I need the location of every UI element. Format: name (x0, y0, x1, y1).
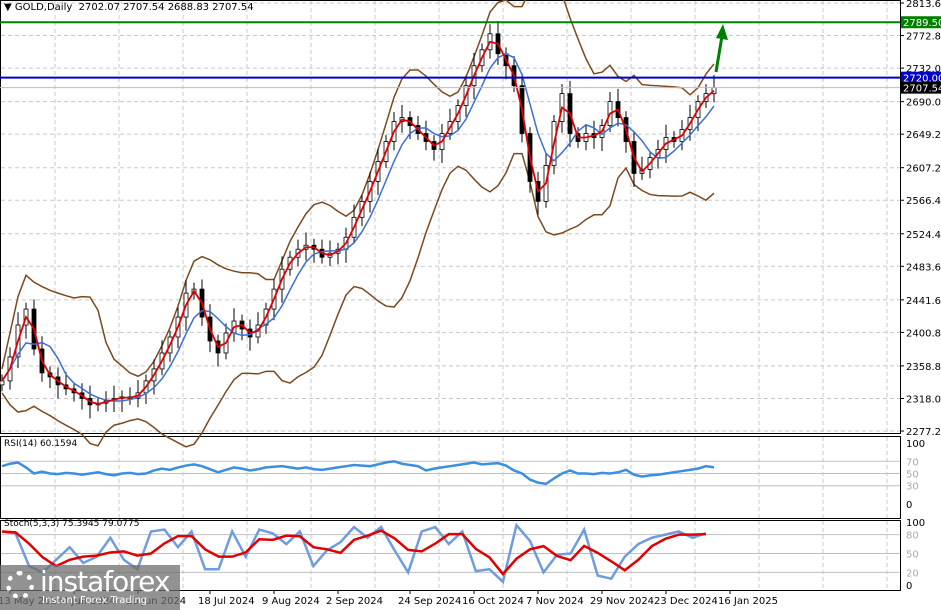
price-tick-label: 2566.40 (906, 196, 941, 207)
rsi-panel-frame (0, 436, 901, 519)
logo-brand: instaforex (40, 565, 170, 598)
up-arrow-head-icon (716, 24, 728, 40)
price-tick-label: 2400.80 (906, 328, 941, 339)
main-panel-frame (0, 0, 901, 434)
rsi-label: RSI(14) 60.1594 (4, 439, 78, 449)
stoch-label: Stoch(5,3,3) 75.3945 79.0775 (4, 519, 140, 529)
chart-window: 2813.602772.802732.002690.002649.202607.… (0, 0, 941, 610)
rsi-level-label: 0 (906, 500, 912, 511)
date-label: 29 Nov 2024 (590, 596, 654, 607)
price-tick-label: 2813.60 (906, 0, 941, 10)
price-tick-label: 2607.20 (906, 164, 941, 175)
stoch-level-label: 100 (906, 518, 925, 529)
date-label: 23 Dec 2024 (654, 596, 718, 607)
bollinger-upper-line (1, 0, 715, 378)
logo-tagline: Instant Forex Trading (42, 595, 148, 606)
rsi-level-label: 30 (906, 482, 919, 493)
dropdown-triangle-icon[interactable]: ▼ (4, 2, 12, 13)
chart-canvas[interactable]: 2813.602772.802732.002690.002649.202607.… (0, 0, 941, 610)
rsi-level-label: 50 (906, 470, 919, 481)
rsi-line (1, 460, 715, 486)
price-label-2707.54: 2707.54 (903, 84, 941, 95)
date-label: 2 Sep 2024 (326, 596, 383, 607)
stoch-level-label: 50 (906, 550, 919, 561)
price-tick-label: 2690.00 (906, 98, 941, 109)
price-tick-label: 2649.20 (906, 130, 941, 141)
date-label: 7 Nov 2024 (526, 596, 584, 607)
date-label: 24 Sep 2024 (398, 596, 461, 607)
price-tick-label: 2772.80 (906, 32, 941, 43)
stoch-level-label: 80 (906, 531, 919, 542)
ohlc-readout: 2702.07 2707.54 2688.83 2707.54 (78, 2, 254, 13)
date-label: 9 Aug 2024 (262, 596, 320, 607)
price-tick-label: 2318.00 (906, 394, 941, 405)
instaforex-logo: instaforex Instant Forex Trading (0, 565, 180, 610)
stoch-level-label: 0 (906, 581, 912, 592)
price-label-2789.50: 2789.50 (903, 18, 941, 29)
gear-logo-icon (6, 571, 34, 599)
stoch-level-label: 20 (906, 568, 919, 579)
candle-body (0, 380, 5, 386)
price-tick-label: 2277.20 (906, 427, 941, 438)
symbol-label: GOLD,Daily (14, 2, 73, 13)
date-label: 18 Jul 2024 (198, 596, 255, 607)
up-arrow-shaft (714, 35, 724, 73)
date-label: 16 Jan 2025 (718, 596, 778, 607)
price-tick-label: 2483.60 (906, 262, 941, 273)
price-tick-label: 2441.60 (906, 296, 941, 307)
date-label: 16 Oct 2024 (462, 596, 524, 607)
price-tick-label: 2358.80 (906, 362, 941, 373)
rsi-level-label: 100 (906, 439, 925, 450)
price-tick-label: 2524.40 (906, 230, 941, 241)
chart-header: ▼ GOLD,Daily 2702.07 2707.54 2688.83 270… (4, 2, 254, 13)
rsi-level-label: 70 (906, 457, 919, 468)
